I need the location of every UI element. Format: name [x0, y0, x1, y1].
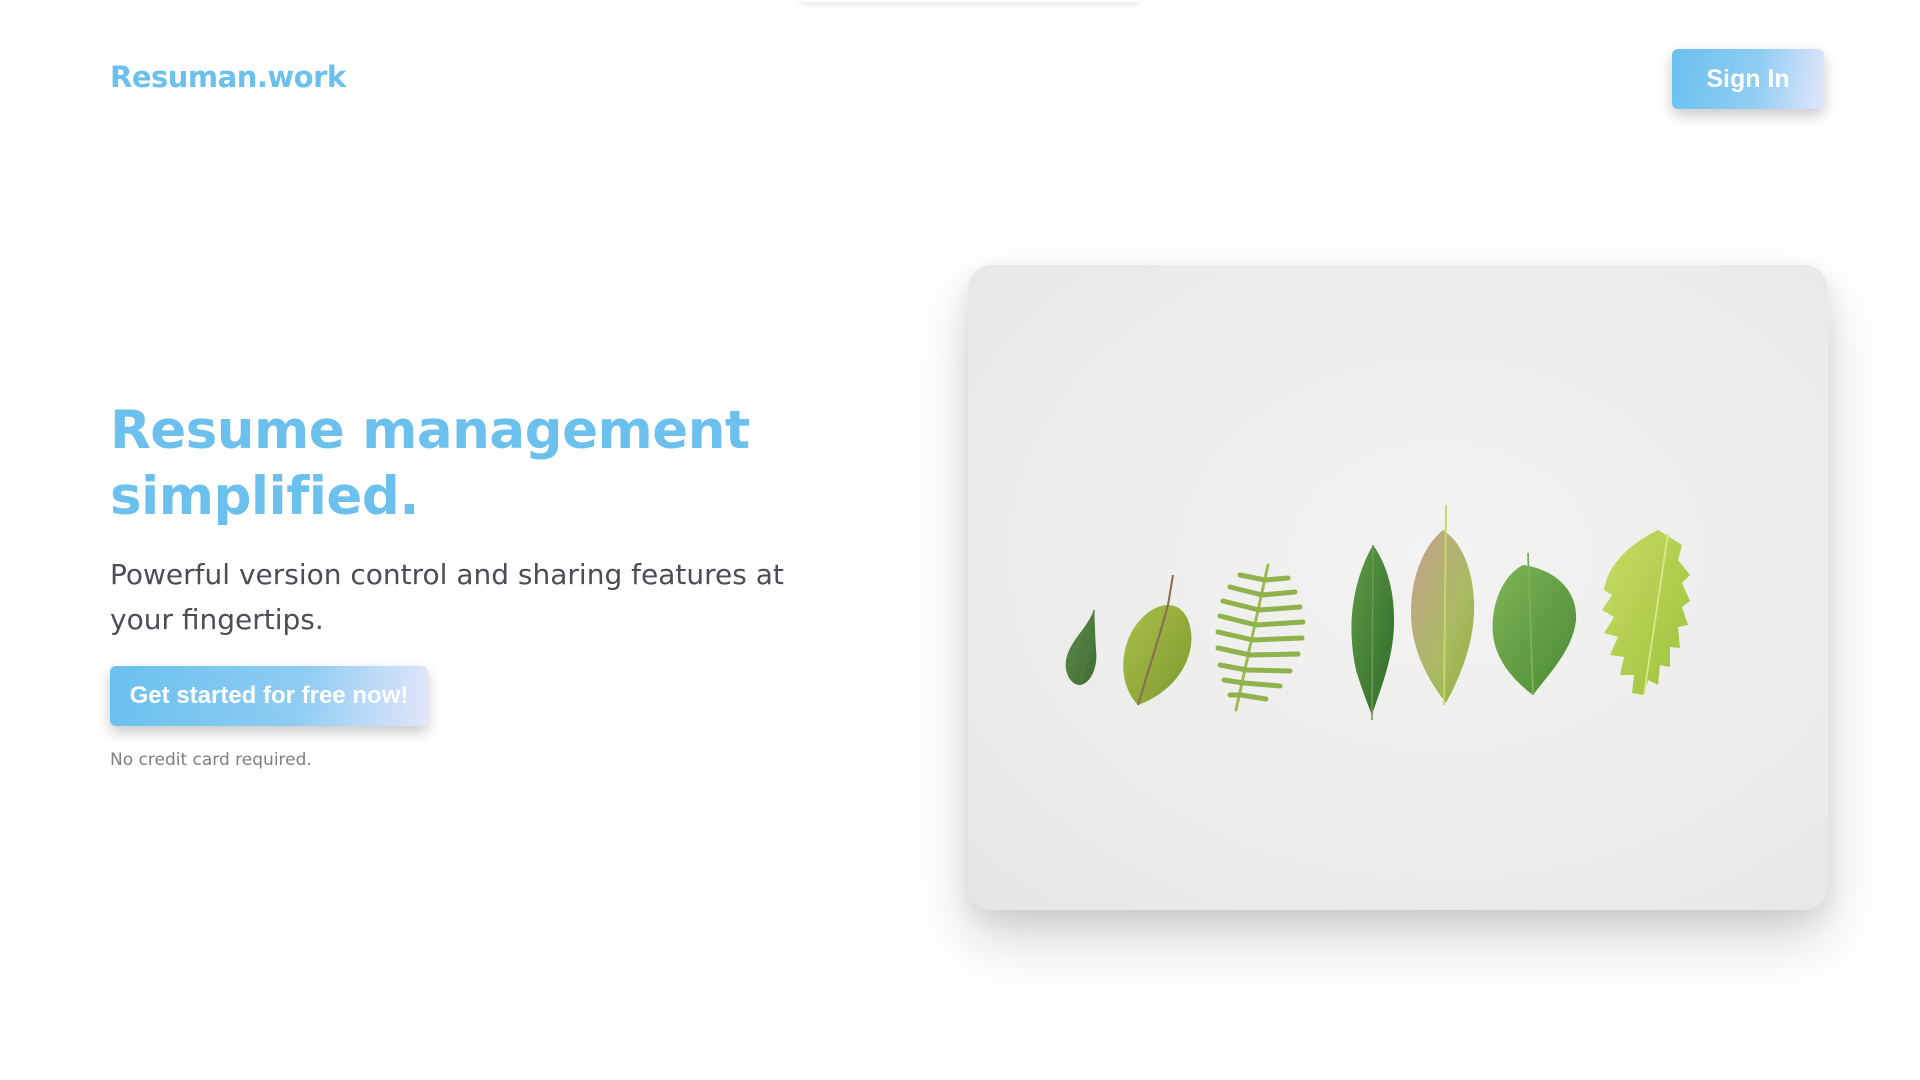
brand-logo[interactable]: Resuman.work: [110, 60, 346, 94]
hero-text: Resume management simplified. Powerful v…: [110, 398, 810, 770]
leaf-3: [1215, 563, 1306, 712]
leaf-5: [1411, 504, 1475, 706]
leaf-6: [1492, 552, 1577, 696]
leaf-7: [1602, 530, 1690, 696]
landing-page: Resuman.work Sign In Resume management s…: [0, 0, 1920, 1080]
get-started-button[interactable]: Get started for free now!: [110, 666, 428, 726]
leaf-1: [1065, 609, 1097, 685]
hero-image-leaves: [968, 265, 1828, 910]
leaf-4: [1351, 544, 1395, 721]
leaves-illustration: [1065, 504, 1690, 721]
leaf-2: [1123, 574, 1192, 706]
site-header: Resuman.work Sign In: [110, 0, 1824, 160]
hero-subtitle: Powerful version control and sharing fea…: [110, 558, 784, 636]
no-credit-card-note: No credit card required.: [110, 750, 312, 770]
sign-in-button[interactable]: Sign In: [1672, 49, 1824, 109]
hero-title: Resume management simplified.: [110, 400, 750, 527]
